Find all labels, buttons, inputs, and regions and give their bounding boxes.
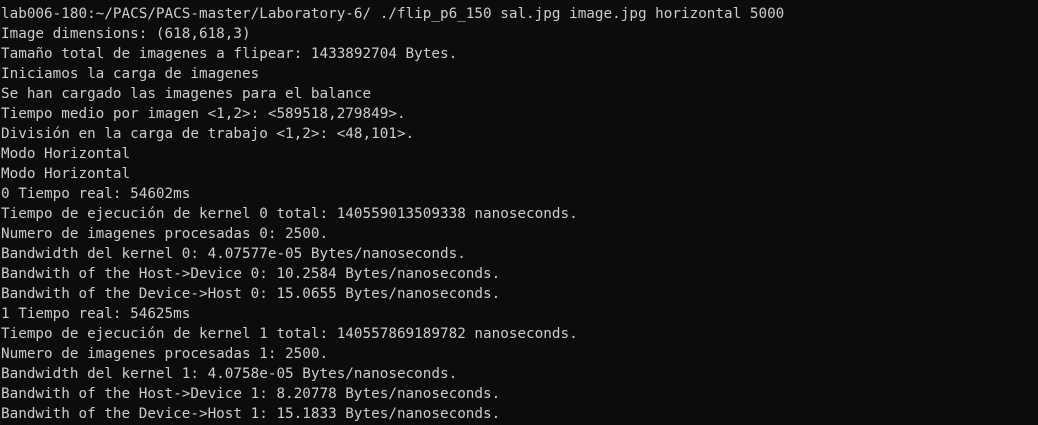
output-line: Modo Horizontal bbox=[1, 166, 131, 182]
output-line: Bandwidth del kernel 0: 4.07577e-05 Byte… bbox=[1, 246, 466, 262]
output-line: Bandwith of the Device->Host 0: 15.0655 … bbox=[1, 286, 501, 302]
output-line: Bandwidth del kernel 1: 4.0758e-05 Bytes… bbox=[1, 366, 458, 382]
output-line: Tiempo medio por imagen <1,2>: <589518,2… bbox=[1, 106, 406, 122]
output-line: Tiempo de ejecución de kernel 1 total: 1… bbox=[1, 326, 578, 342]
output-line: Bandwith of the Host->Device 0: 10.2584 … bbox=[1, 266, 501, 282]
output-line: Numero de imagenes procesadas 0: 2500. bbox=[1, 226, 329, 242]
output-line: Bandwith of the Host->Device 1: 8.20778 … bbox=[1, 386, 501, 402]
output-line: Tamaño total de imagenes a flipear: 1433… bbox=[1, 46, 458, 62]
output-line: Tiempo de ejecución de kernel 0 total: 1… bbox=[1, 206, 578, 222]
output-line: Numero de imagenes procesadas 1: 2500. bbox=[1, 346, 329, 362]
output-line: Iniciamos la carga de imagenes bbox=[1, 66, 260, 82]
output-line: 1 Tiempo real: 54625ms bbox=[1, 306, 191, 322]
output-line: Se han cargado las imagenes para el bala… bbox=[1, 86, 372, 102]
output-line: Bandwith of the Device->Host 1: 15.1833 … bbox=[1, 406, 501, 422]
output-line: 0 Tiempo real: 54602ms bbox=[1, 186, 191, 202]
terminal-output[interactable]: lab006-180:~/PACS/PACS-master/Laboratory… bbox=[0, 0, 1038, 425]
output-line: Modo Horizontal bbox=[1, 146, 131, 162]
command-prompt-line: lab006-180:~/PACS/PACS-master/Laboratory… bbox=[1, 6, 785, 22]
output-line: División en la carga de trabajo <1,2>: <… bbox=[1, 126, 415, 142]
output-line: Image dimensions: (618,618,3) bbox=[1, 26, 251, 42]
